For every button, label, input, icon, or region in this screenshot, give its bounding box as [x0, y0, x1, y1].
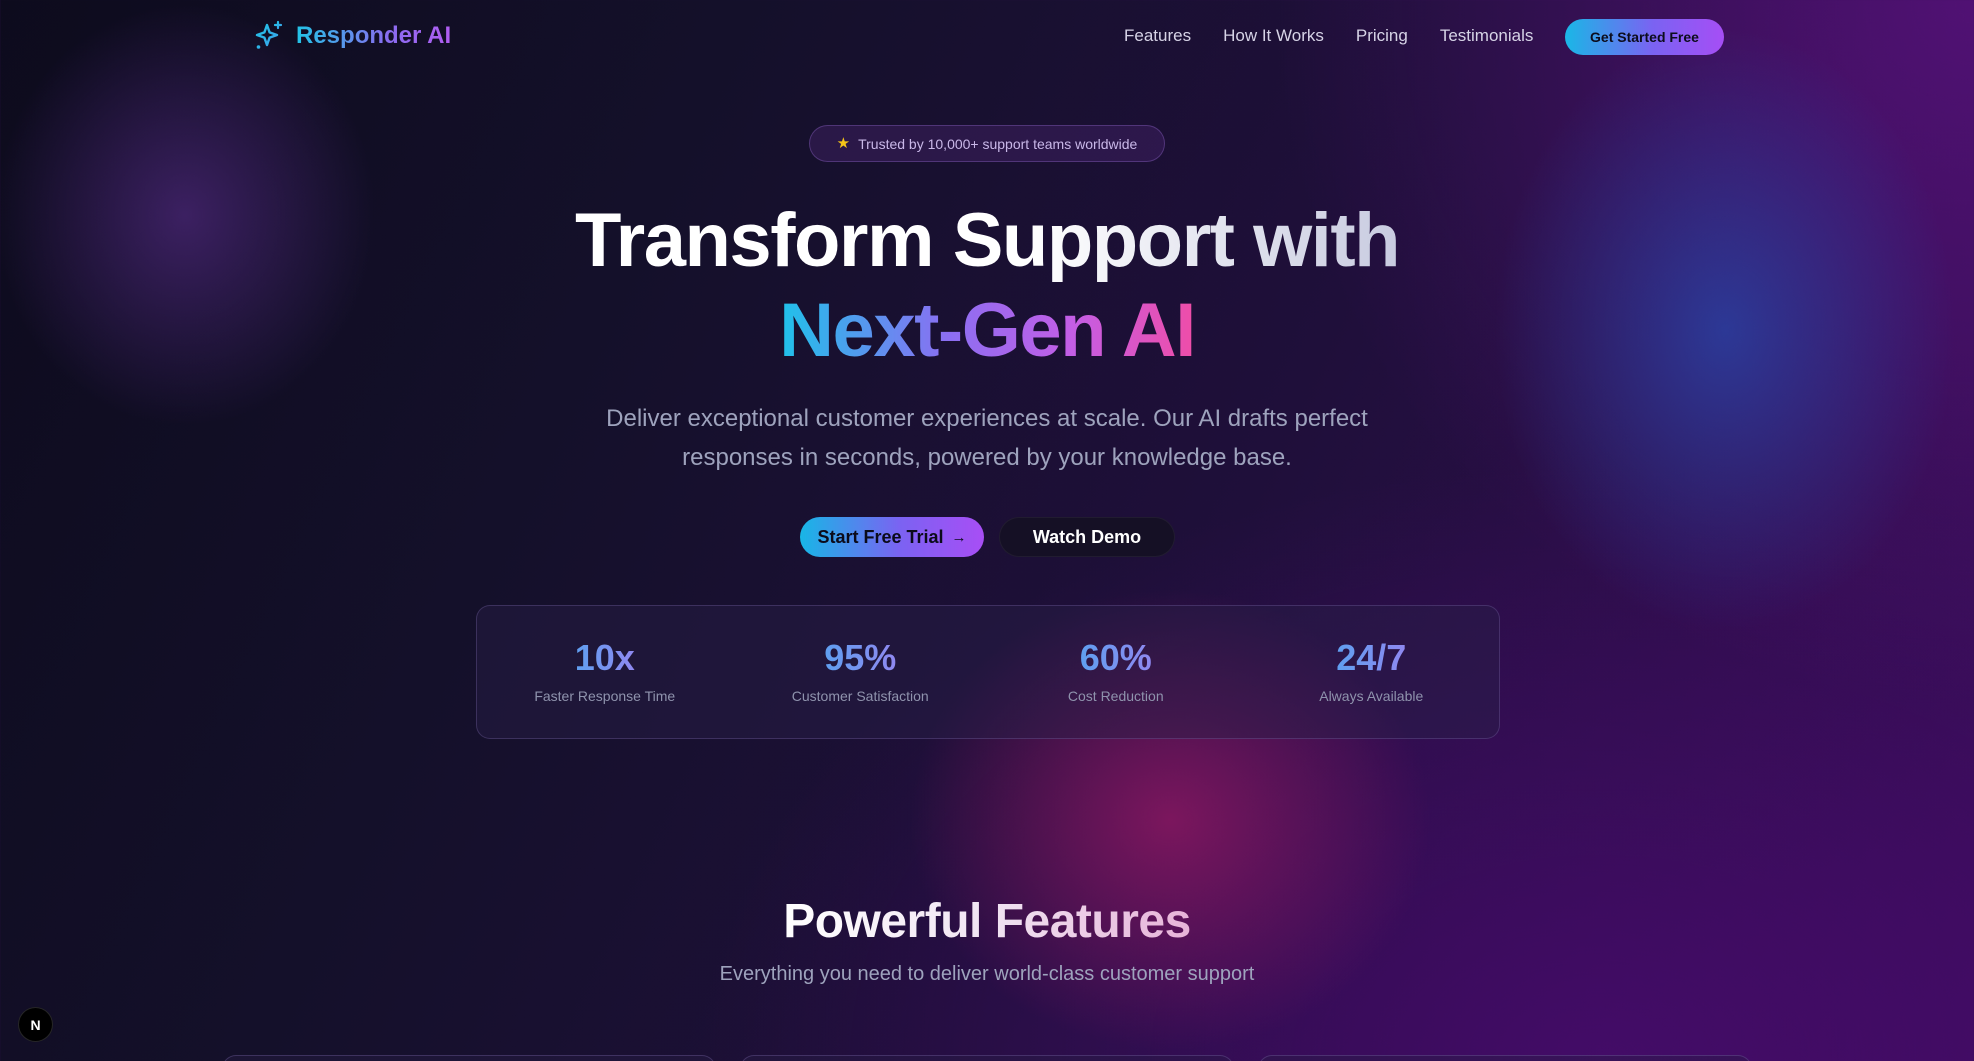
feature-card — [740, 1055, 1234, 1061]
features-title: Powerful Features — [0, 893, 1974, 951]
brand-name: Responder AI — [296, 22, 452, 49]
stat-item: 95% Customer Satisfaction — [733, 606, 989, 738]
feature-card — [1258, 1055, 1752, 1061]
hero-title: Transform Support with Next-Gen AI — [0, 196, 1974, 376]
sparkles-icon — [252, 19, 286, 53]
feature-card — [222, 1055, 716, 1061]
stat-item: 10x Faster Response Time — [477, 606, 733, 738]
stats-panel: 10x Faster Response Time 95% Customer Sa… — [476, 605, 1500, 739]
arrow-right-icon: → — [951, 528, 967, 546]
dev-tools-indicator[interactable]: N — [18, 1007, 53, 1042]
stat-value: 10x — [574, 637, 635, 678]
start-free-trial-label: Start Free Trial — [817, 526, 944, 547]
stat-label: Customer Satisfaction — [791, 688, 929, 704]
stat-value: 60% — [1079, 637, 1152, 678]
stat-label: Always Available — [1319, 688, 1424, 704]
hero-subtitle: Deliver exceptional customer experiences… — [606, 405, 1368, 471]
brand-logo[interactable]: Responder AI — [252, 19, 451, 53]
stat-label: Faster Response Time — [534, 688, 676, 704]
hero-title-highlight: Next-Gen AI — [779, 286, 1196, 376]
stat-label: Cost Reduction — [1067, 688, 1164, 704]
nav-link-features[interactable]: Features — [1124, 26, 1191, 46]
nav-link-pricing[interactable]: Pricing — [1356, 26, 1408, 46]
stat-value: 95% — [824, 637, 897, 678]
features-title-text: Powerful Features — [783, 893, 1191, 951]
stat-item: 24/7 Always Available — [1244, 606, 1500, 738]
hero-title-line1: Transform Support with — [575, 196, 1401, 286]
trust-badge: ★ Trusted by 10,000+ support teams world… — [809, 125, 1165, 162]
top-nav: Responder AI Features How It Works Prici… — [0, 0, 1974, 74]
trust-badge-text: Trusted by 10,000+ support teams worldwi… — [858, 135, 1138, 152]
stat-value: 24/7 — [1336, 637, 1407, 678]
features-subtitle: Everything you need to deliver world-cla… — [719, 963, 1255, 985]
star-icon: ★ — [836, 135, 851, 152]
get-started-button[interactable]: Get Started Free — [1565, 19, 1724, 55]
start-free-trial-button[interactable]: Start Free Trial → — [800, 517, 984, 557]
watch-demo-button[interactable]: Watch Demo — [999, 517, 1175, 557]
nav-links: Features How It Works Pricing Testimonia… — [1124, 26, 1533, 46]
nav-link-how-it-works[interactable]: How It Works — [1223, 26, 1324, 46]
stat-item: 60% Cost Reduction — [988, 606, 1244, 738]
nav-link-testimonials[interactable]: Testimonials — [1440, 26, 1534, 46]
